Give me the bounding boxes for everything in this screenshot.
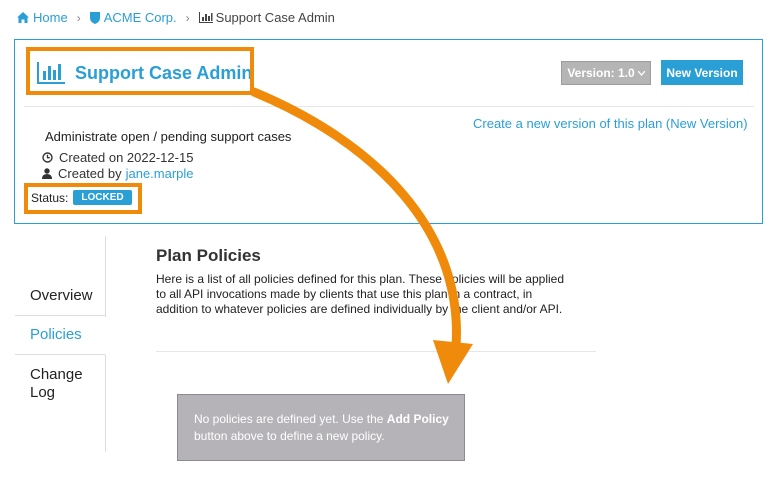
user-icon — [42, 168, 52, 179]
tab-change-log-line1: Change — [30, 366, 83, 383]
breadcrumb-org[interactable]: ACME Corp. — [89, 10, 177, 25]
tab-change-log-line2: Log — [30, 384, 56, 401]
home-icon — [17, 12, 29, 23]
header-divider — [24, 106, 754, 107]
title-highlight-box — [26, 47, 254, 95]
created-by-user-link[interactable]: jane.marple — [126, 166, 194, 181]
breadcrumb-current-label: Support Case Admin — [215, 10, 335, 25]
empty-policies-message: No policies are defined yet. Use the Add… — [177, 394, 465, 461]
created-on: Created on 2022-12-15 — [42, 150, 193, 165]
breadcrumb-current: Support Case Admin — [198, 10, 335, 25]
empty-message-prefix: No policies are defined yet. Use the — [194, 412, 384, 426]
breadcrumb-separator: › — [185, 10, 190, 25]
caret-down-icon — [637, 70, 645, 76]
tab-change-log[interactable]: Change Log — [15, 366, 106, 402]
section-divider — [156, 351, 596, 352]
version-label: Version: 1.0 — [567, 66, 635, 80]
created-on-text: Created on 2022-12-15 — [59, 150, 194, 165]
created-by: Created by jane.marple — [42, 166, 194, 181]
breadcrumb-separator: › — [76, 10, 81, 25]
plan-description: Administrate open / pending support case… — [45, 129, 292, 144]
breadcrumb-home[interactable]: Home — [17, 10, 68, 25]
shield-icon — [89, 11, 100, 24]
tab-policies[interactable]: Policies — [15, 317, 106, 355]
created-by-prefix: Created by — [58, 166, 122, 181]
breadcrumb-org-label: ACME Corp. — [103, 10, 177, 25]
empty-message-suffix: button above to define a new policy. — [194, 429, 385, 443]
empty-message-bold: Add Policy — [386, 412, 449, 426]
policies-description: Here is a list of all policies defined f… — [156, 272, 564, 316]
new-version-button[interactable]: New Version — [661, 60, 743, 85]
version-dropdown[interactable]: Version: 1.0 — [561, 61, 651, 85]
policies-title: Plan Policies — [156, 246, 261, 265]
breadcrumb-home-label: Home — [33, 10, 68, 25]
status-highlight-box — [24, 183, 142, 214]
breadcrumb: Home › ACME Corp. › Support Case Admin — [17, 10, 335, 25]
clock-icon — [42, 152, 53, 163]
bar-chart-icon — [198, 12, 213, 23]
new-version-link[interactable]: Create a new version of this plan (New V… — [473, 116, 748, 131]
tab-overview[interactable]: Overview — [15, 278, 106, 316]
